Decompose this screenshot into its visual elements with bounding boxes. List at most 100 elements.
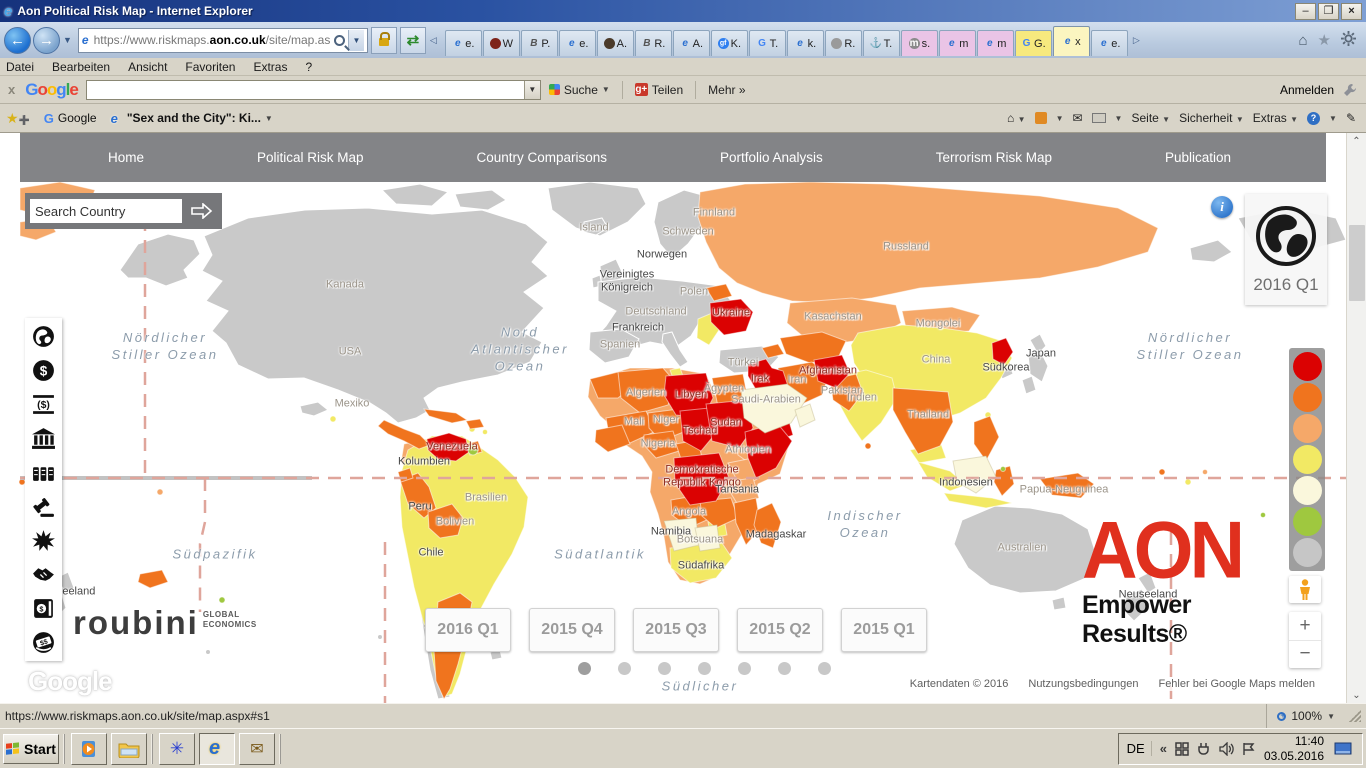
exchange-transfer-icon[interactable]: ($): [31, 392, 56, 417]
volume-icon[interactable]: [1219, 742, 1234, 756]
page-menu-button[interactable]: Seite ▼: [1131, 111, 1170, 125]
language-indicator[interactable]: DE: [1127, 741, 1152, 756]
file-explorer-launcher[interactable]: [111, 733, 147, 765]
close-button[interactable]: ×: [1341, 3, 1362, 20]
browser-tab-13[interactable]: em: [939, 30, 976, 56]
browser-tab-16[interactable]: ex: [1053, 26, 1090, 56]
tools-menu-button[interactable]: Extras ▼: [1253, 111, 1298, 125]
nav-political-risk-map[interactable]: Political Risk Map: [257, 150, 364, 165]
nav-home[interactable]: Home: [108, 150, 144, 165]
google-search-button[interactable]: Suche▼: [541, 78, 618, 102]
sovereign-nonpayment-icon[interactable]: $$: [31, 630, 56, 655]
nav-portfolio-analysis[interactable]: Portfolio Analysis: [720, 150, 823, 165]
browser-tab-15[interactable]: GG.: [1015, 30, 1052, 56]
flag-icon[interactable]: [1242, 742, 1256, 756]
pager-dot-6[interactable]: [818, 662, 831, 675]
pager-dot-4[interactable]: [738, 662, 751, 675]
nav-terrorism-risk-map[interactable]: Terrorism Risk Map: [936, 150, 1052, 165]
resize-grip[interactable]: [1349, 710, 1361, 722]
google-signin-link[interactable]: Anmelden: [1280, 83, 1334, 97]
home-menu-button[interactable]: ⌂ ▼: [1007, 111, 1026, 125]
security-lock-button[interactable]: [371, 27, 397, 54]
menu-item-help[interactable]: ?: [305, 60, 312, 74]
google-search-dropdown-icon[interactable]: ▼: [524, 81, 540, 99]
quarter-button-2015-Q4[interactable]: 2015 Q4: [529, 608, 615, 652]
browser-tab-6[interactable]: eA.: [673, 30, 710, 56]
toolbar-close-icon[interactable]: x: [8, 82, 15, 97]
home-button[interactable]: ⌂: [1298, 32, 1307, 49]
quarter-button-2015-Q2[interactable]: 2015 Q2: [737, 608, 823, 652]
browser-tab-12[interactable]: ms.: [901, 30, 938, 56]
nav-publication[interactable]: Publication: [1165, 150, 1231, 165]
read-mail-icon[interactable]: ✉: [1072, 111, 1082, 125]
pager-dot-2[interactable]: [658, 662, 671, 675]
menu-item-favoriten[interactable]: Favoriten: [185, 60, 235, 74]
menu-item-bearbeiten[interactable]: Bearbeiten: [52, 60, 110, 74]
recent-pages-dropdown-icon[interactable]: ▼: [63, 35, 72, 45]
quarter-button-2016-Q1[interactable]: 2016 Q1: [425, 608, 511, 652]
power-plug-icon[interactable]: [1197, 742, 1211, 756]
address-dropdown-icon[interactable]: ▼: [348, 30, 364, 51]
pegman-button[interactable]: [1289, 576, 1321, 603]
tray-expand-icon[interactable]: «: [1160, 741, 1167, 756]
google-share-button[interactable]: g+Teilen: [627, 78, 691, 102]
period-panel[interactable]: 2016 Q1: [1245, 194, 1327, 305]
terms-link[interactable]: Nutzungsbedingungen: [1025, 677, 1141, 691]
scrollbar-thumb[interactable]: [1349, 225, 1365, 301]
google-search-input[interactable]: ▼: [86, 80, 541, 100]
wrench-icon[interactable]: [1342, 82, 1358, 98]
safety-menu-button[interactable]: Sicherheit ▼: [1179, 111, 1244, 125]
settings-gear-icon[interactable]: [1341, 31, 1356, 50]
pager-dot-3[interactable]: [698, 662, 711, 675]
search-go-button[interactable]: [187, 199, 217, 223]
address-bar[interactable]: e https://www.riskmaps.aon.co.uk/site/ma…: [78, 28, 368, 53]
legal-regulatory-icon[interactable]: [31, 494, 56, 519]
browser-tab-4[interactable]: A.: [597, 30, 634, 56]
browser-tab-1[interactable]: W: [483, 30, 520, 56]
scroll-up-icon[interactable]: ⌃: [1347, 133, 1366, 149]
browser-tab-0[interactable]: ee.: [445, 30, 482, 56]
scroll-down-icon[interactable]: ⌄: [1347, 687, 1366, 703]
add-favorite-button[interactable]: ★➕: [6, 110, 30, 127]
rss-feeds-icon[interactable]: [1035, 112, 1047, 124]
browser-tab-5[interactable]: BR.: [635, 30, 672, 56]
map-area[interactable]: Nördlicher Stiller OzeanNord Atlantische…: [0, 182, 1346, 703]
media-player-launcher[interactable]: [71, 733, 107, 765]
tab-overflow-icon[interactable]: ▷: [1133, 35, 1140, 46]
back-button[interactable]: ←: [4, 27, 31, 54]
pager-dot-5[interactable]: [778, 662, 791, 675]
browser-tab-2[interactable]: BP.: [521, 30, 558, 56]
pager-dot-1[interactable]: [618, 662, 631, 675]
info-button[interactable]: i: [1211, 196, 1233, 218]
political-violence-icon[interactable]: [31, 528, 56, 553]
favorite-google[interactable]: GGoogle: [44, 111, 97, 126]
favorite-page[interactable]: e"Sex and the City": Ki...▼: [111, 111, 273, 126]
zoom-control[interactable]: 100% ▼: [1266, 704, 1349, 728]
help-icon[interactable]: ?: [1307, 112, 1320, 125]
vault-deposit-icon[interactable]: $: [31, 596, 56, 621]
quarter-button-2015-Q3[interactable]: 2015 Q3: [633, 608, 719, 652]
favorites-star-button[interactable]: ★: [1318, 31, 1331, 49]
report-error-link[interactable]: Fehler bei Google Maps melden: [1155, 677, 1318, 691]
refresh-button[interactable]: ⇄: [400, 27, 426, 54]
restore-button[interactable]: ❐: [1318, 3, 1339, 20]
windows-update-icon[interactable]: [1175, 742, 1189, 756]
google-more-button[interactable]: Mehr »: [700, 78, 753, 102]
onenote-pen-icon[interactable]: ✎: [1346, 111, 1356, 125]
quarter-button-2015-Q1[interactable]: 2015 Q1: [841, 608, 927, 652]
vertical-scrollbar[interactable]: ⌃ ⌄: [1346, 133, 1366, 703]
minimize-button[interactable]: –: [1295, 3, 1316, 20]
browser-tab-7[interactable]: gfK.: [711, 30, 748, 56]
zoom-in-button[interactable]: +: [1289, 612, 1321, 641]
tab-scroll-left-icon[interactable]: ◁: [430, 35, 437, 46]
browser-tab-11[interactable]: ⚓T.: [863, 30, 900, 56]
menu-item-datei[interactable]: Datei: [6, 60, 34, 74]
counterparty-handshake-icon[interactable]: [31, 562, 56, 587]
nav-country-comparisons[interactable]: Country Comparisons: [476, 150, 607, 165]
start-button[interactable]: Start: [3, 734, 59, 764]
print-icon[interactable]: [1092, 113, 1106, 123]
search-icon[interactable]: [334, 35, 345, 46]
mail-launcher[interactable]: ✉: [239, 733, 275, 765]
menu-item-extras[interactable]: Extras: [253, 60, 287, 74]
show-desktop-button[interactable]: [1332, 736, 1354, 762]
